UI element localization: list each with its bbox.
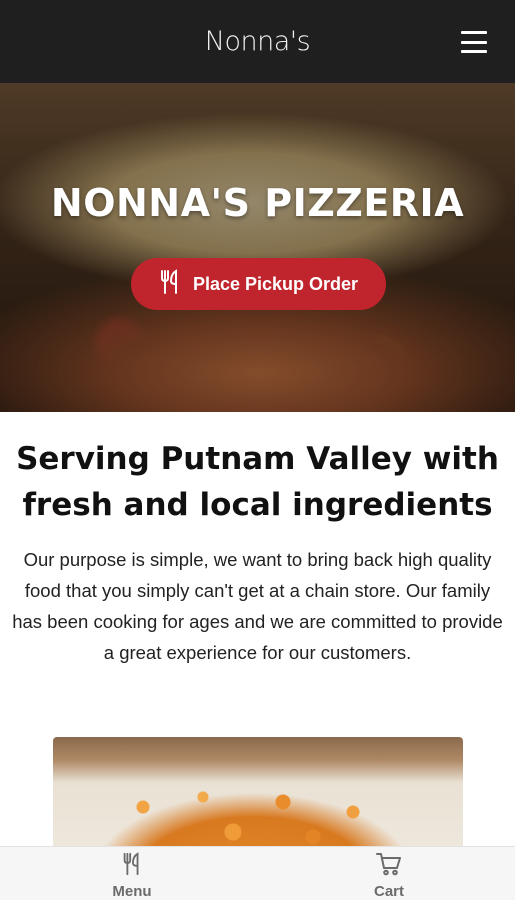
hamburger-line: [461, 40, 487, 44]
utensils-icon: [159, 268, 181, 300]
cart-icon: [376, 851, 402, 877]
tab-menu[interactable]: Menu: [72, 847, 192, 900]
hamburger-line: [461, 31, 487, 34]
order-button-label: Place Pickup Order: [192, 273, 359, 294]
top-bar: Nonna's: [0, 0, 515, 83]
bottom-tab-bar: Menu Cart: [0, 846, 515, 900]
tab-menu-label: Menu: [112, 883, 152, 900]
utensils-icon: [121, 851, 143, 877]
hero-banner: NONNA'S PIZZERIA Place Pickup Order: [0, 83, 515, 412]
hamburger-line: [461, 50, 487, 53]
hamburger-icon[interactable]: [461, 31, 487, 53]
intro-paragraph: Our purpose is simple, we want to bring …: [12, 549, 503, 663]
intro-headline: Serving Putnam Valley with fresh and loc…: [16, 441, 499, 523]
intro-section: Serving Putnam Valley with fresh and loc…: [0, 412, 515, 668]
place-pickup-order-button[interactable]: Place Pickup Order: [131, 258, 386, 310]
tab-cart-label: Cart: [373, 883, 404, 900]
tab-cart[interactable]: Cart: [329, 847, 449, 900]
hero-title: NONNA'S PIZZERIA: [50, 181, 465, 225]
brand-logo[interactable]: Nonna's: [205, 26, 311, 57]
